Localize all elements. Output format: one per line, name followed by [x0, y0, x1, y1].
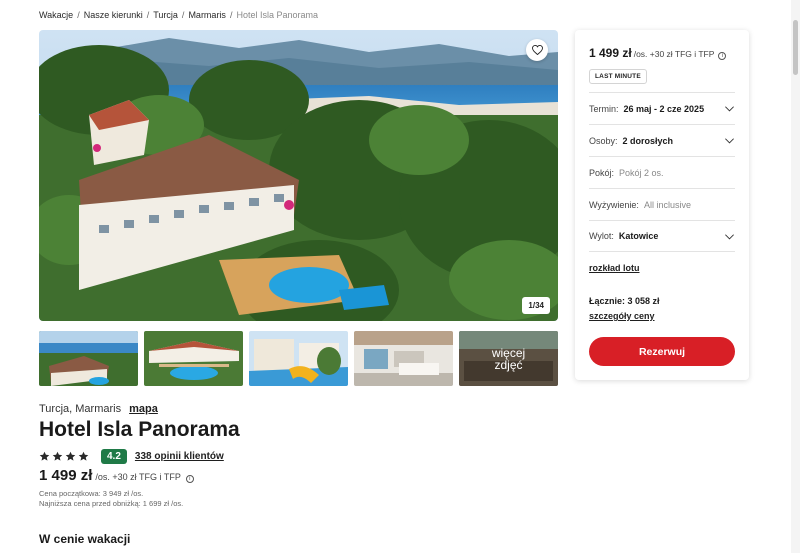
hotel-stars	[39, 451, 89, 462]
hotel-price: 1 499 zł	[39, 467, 93, 484]
book-button[interactable]: Rezerwuj	[589, 337, 735, 366]
breadcrumb-item-nasze-kierunki[interactable]: Nasze kierunki	[84, 10, 143, 20]
term-label: Termin:	[589, 103, 619, 114]
departure-value: Katowice	[618, 231, 659, 241]
breadcrumb-item-turcja[interactable]: Turcja	[153, 10, 178, 20]
term-selector[interactable]: Termin: 26 maj - 2 cze 2025	[589, 92, 735, 124]
breadcrumb-item-marmaris[interactable]: Marmaris	[188, 10, 226, 20]
breadcrumb-item-current: Hotel Isla Panorama	[236, 10, 318, 20]
chevron-down-icon	[725, 234, 734, 240]
persons-value: 2 dorosłych	[622, 135, 674, 146]
thumbnail-4[interactable]	[354, 331, 453, 386]
thumbnail-3[interactable]	[249, 331, 348, 386]
room-row: Pokój: Pokój 2 os.	[589, 156, 735, 188]
hotel-price-suffix: /os. +30 zł TFG i TFP	[95, 472, 181, 482]
photo-counter: 1/34	[522, 297, 550, 314]
lowest-price: Najniższa cena przed obniżką: 1 699 zł /…	[39, 499, 184, 508]
thumbnail-strip: więcej zdjęć	[39, 331, 558, 386]
chevron-down-icon	[725, 138, 734, 144]
breadcrumb-separator: /	[229, 10, 233, 20]
section-title-included: W cenie wakacji	[39, 532, 131, 546]
last-minute-badge: LAST MINUTE	[589, 69, 647, 84]
info-icon[interactable]: i	[185, 475, 194, 483]
star-icon	[78, 451, 89, 461]
star-icon	[65, 451, 76, 461]
breadcrumb: Wakacje / Nasze kierunki / Turcja / Marm…	[39, 10, 318, 20]
thumbnail-image	[354, 331, 453, 386]
info-icon[interactable]: i	[718, 52, 727, 60]
room-label: Pokój:	[589, 167, 615, 178]
booking-price: 1 499 zł	[589, 46, 632, 60]
persons-label: Osoby:	[589, 135, 618, 146]
chevron-down-icon	[725, 106, 734, 112]
breadcrumb-separator: /	[77, 10, 80, 20]
board-row: Wyżywienie: All inclusive	[589, 188, 735, 220]
booking-price-row: 1 499 zł /os. +30 zł TFG i TFP i	[589, 46, 727, 60]
scrollbar-thumb[interactable]	[793, 20, 798, 75]
board-label: Wyżywienie:	[589, 199, 639, 210]
thumbnail-more[interactable]: więcej zdjęć	[459, 331, 558, 386]
main-hotel-photo[interactable]: 1/34	[39, 30, 558, 321]
page-scrollbar[interactable]	[791, 0, 800, 553]
price-details-link[interactable]: szczegóły ceny	[589, 311, 655, 321]
persons-selector[interactable]: Osoby: 2 dorosłych	[589, 124, 735, 156]
thumbnail-image	[249, 331, 348, 386]
thumbnail-2[interactable]	[144, 331, 243, 386]
more-photos-label: więcej zdjęć	[459, 331, 558, 386]
booking-card: 1 499 zł /os. +30 zł TFG i TFP i LAST MI…	[575, 30, 749, 380]
breadcrumb-item-wakacje[interactable]: Wakacje	[39, 10, 73, 20]
star-icon	[52, 451, 63, 461]
room-value: Pokój 2 os.	[619, 167, 664, 178]
rating-score-badge: 4.2	[101, 449, 127, 464]
thumbnail-image	[144, 331, 243, 386]
term-value: 26 maj - 2 cze 2025	[623, 103, 705, 114]
board-value: All inclusive	[643, 199, 691, 210]
thumbnail-1[interactable]	[39, 331, 138, 386]
breadcrumb-separator: /	[146, 10, 150, 20]
star-icon	[39, 451, 50, 461]
booking-price-suffix: /os. +30 zł TFG i TFP	[633, 49, 715, 59]
start-price: Cena początkowa: 3 949 zł /os.	[39, 489, 144, 498]
thumbnail-image	[39, 331, 138, 386]
hotel-price-row: 1 499 zł /os. +30 zł TFG i TFP i	[39, 467, 194, 484]
breadcrumb-separator: /	[181, 10, 185, 20]
map-link[interactable]: mapa	[129, 403, 158, 415]
rating-row: 4.2 338 opinii klientów	[39, 449, 224, 464]
departure-selector[interactable]: Wylot: Katowice	[589, 220, 735, 252]
reviews-link[interactable]: 338 opinii klientów	[135, 451, 224, 462]
location-row: Turcja, Marmaris mapa	[39, 403, 158, 415]
hotel-name: Hotel Isla Panorama	[39, 418, 240, 441]
favorite-button[interactable]	[526, 39, 548, 61]
hotel-location: Turcja, Marmaris	[39, 403, 122, 415]
hotel-photo-image	[39, 30, 558, 321]
total-price: Łącznie: 3 058 zł	[589, 296, 660, 306]
departure-label: Wylot:	[589, 231, 614, 241]
heart-icon	[531, 45, 543, 55]
flight-schedule-link[interactable]: rozkład lotu	[589, 263, 640, 273]
